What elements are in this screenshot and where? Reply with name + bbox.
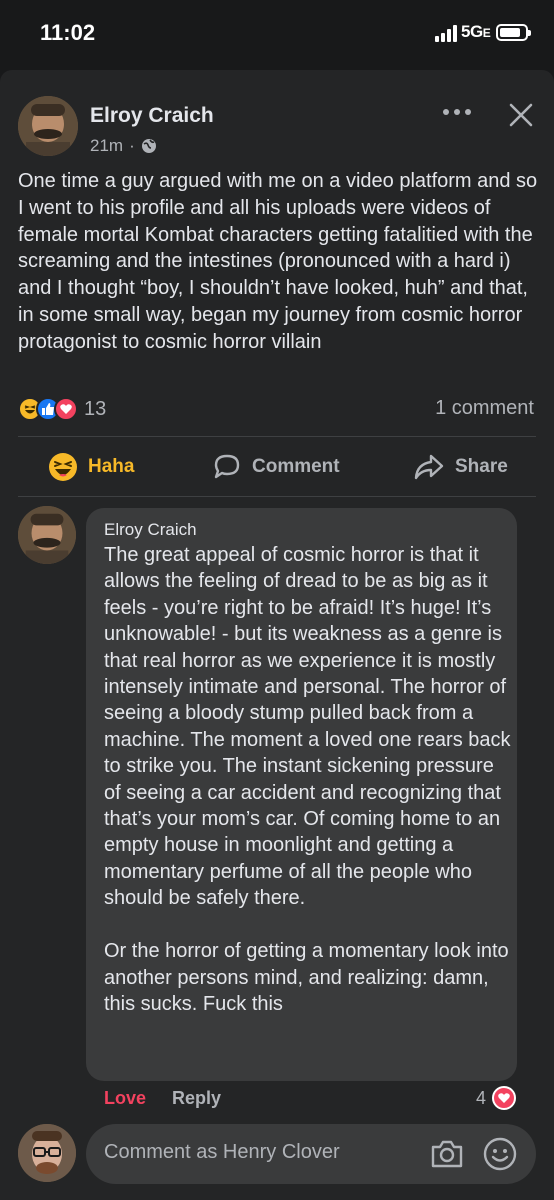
status-time: 11:02	[40, 20, 96, 45]
post-author-avatar[interactable]	[18, 96, 78, 156]
signal-icon	[435, 24, 457, 42]
comment-author-name[interactable]: Elroy Craich	[104, 520, 197, 540]
comment-composer[interactable]	[86, 1124, 536, 1184]
comment-reaction-count: 4	[476, 1087, 487, 1108]
comment-icon	[214, 454, 240, 479]
globe-icon	[141, 139, 156, 153]
share-icon	[414, 454, 444, 480]
comment-love-button[interactable]: Love	[104, 1088, 146, 1109]
camera-icon[interactable]	[429, 1136, 465, 1172]
comment-reaction-summary[interactable]: 4	[476, 1086, 517, 1110]
comment-text: The great appeal of cosmic horror is tha…	[104, 544, 511, 1015]
comment-count-link[interactable]: 1 comment	[435, 397, 534, 420]
post-text: One time a guy argued with me on a video…	[18, 170, 538, 353]
post-meta: 21m ·	[90, 136, 157, 156]
divider	[18, 436, 536, 437]
current-user-avatar[interactable]	[18, 1124, 76, 1182]
comment-input[interactable]	[104, 1141, 424, 1164]
meta-separator: ·	[129, 136, 135, 155]
reaction-summary[interactable]: 13	[18, 397, 106, 421]
network-label: 5GE	[461, 22, 491, 41]
comment-author-avatar[interactable]	[18, 506, 76, 564]
battery-icon	[496, 24, 531, 41]
post-time: 21m	[90, 136, 124, 155]
comment-button[interactable]: Comment	[212, 446, 340, 488]
status-bar: 11:02 5GE	[0, 0, 554, 70]
more-options-icon[interactable]	[440, 100, 474, 124]
close-icon[interactable]	[506, 100, 536, 130]
haha-label: Haha	[88, 456, 135, 477]
love-reaction-icon	[54, 397, 78, 421]
emoji-icon[interactable]	[482, 1136, 518, 1172]
reaction-count: 13	[84, 397, 107, 420]
divider	[18, 496, 536, 497]
comment-reply-button[interactable]: Reply	[172, 1088, 221, 1109]
love-reaction-icon	[492, 1086, 517, 1110]
share-label: Share	[455, 456, 508, 477]
haha-icon	[49, 453, 77, 481]
comment-label: Comment	[252, 456, 340, 477]
share-button[interactable]: Share	[413, 446, 508, 488]
post-author-name[interactable]: Elroy Craich	[90, 104, 214, 128]
haha-button[interactable]: Haha	[48, 446, 134, 488]
